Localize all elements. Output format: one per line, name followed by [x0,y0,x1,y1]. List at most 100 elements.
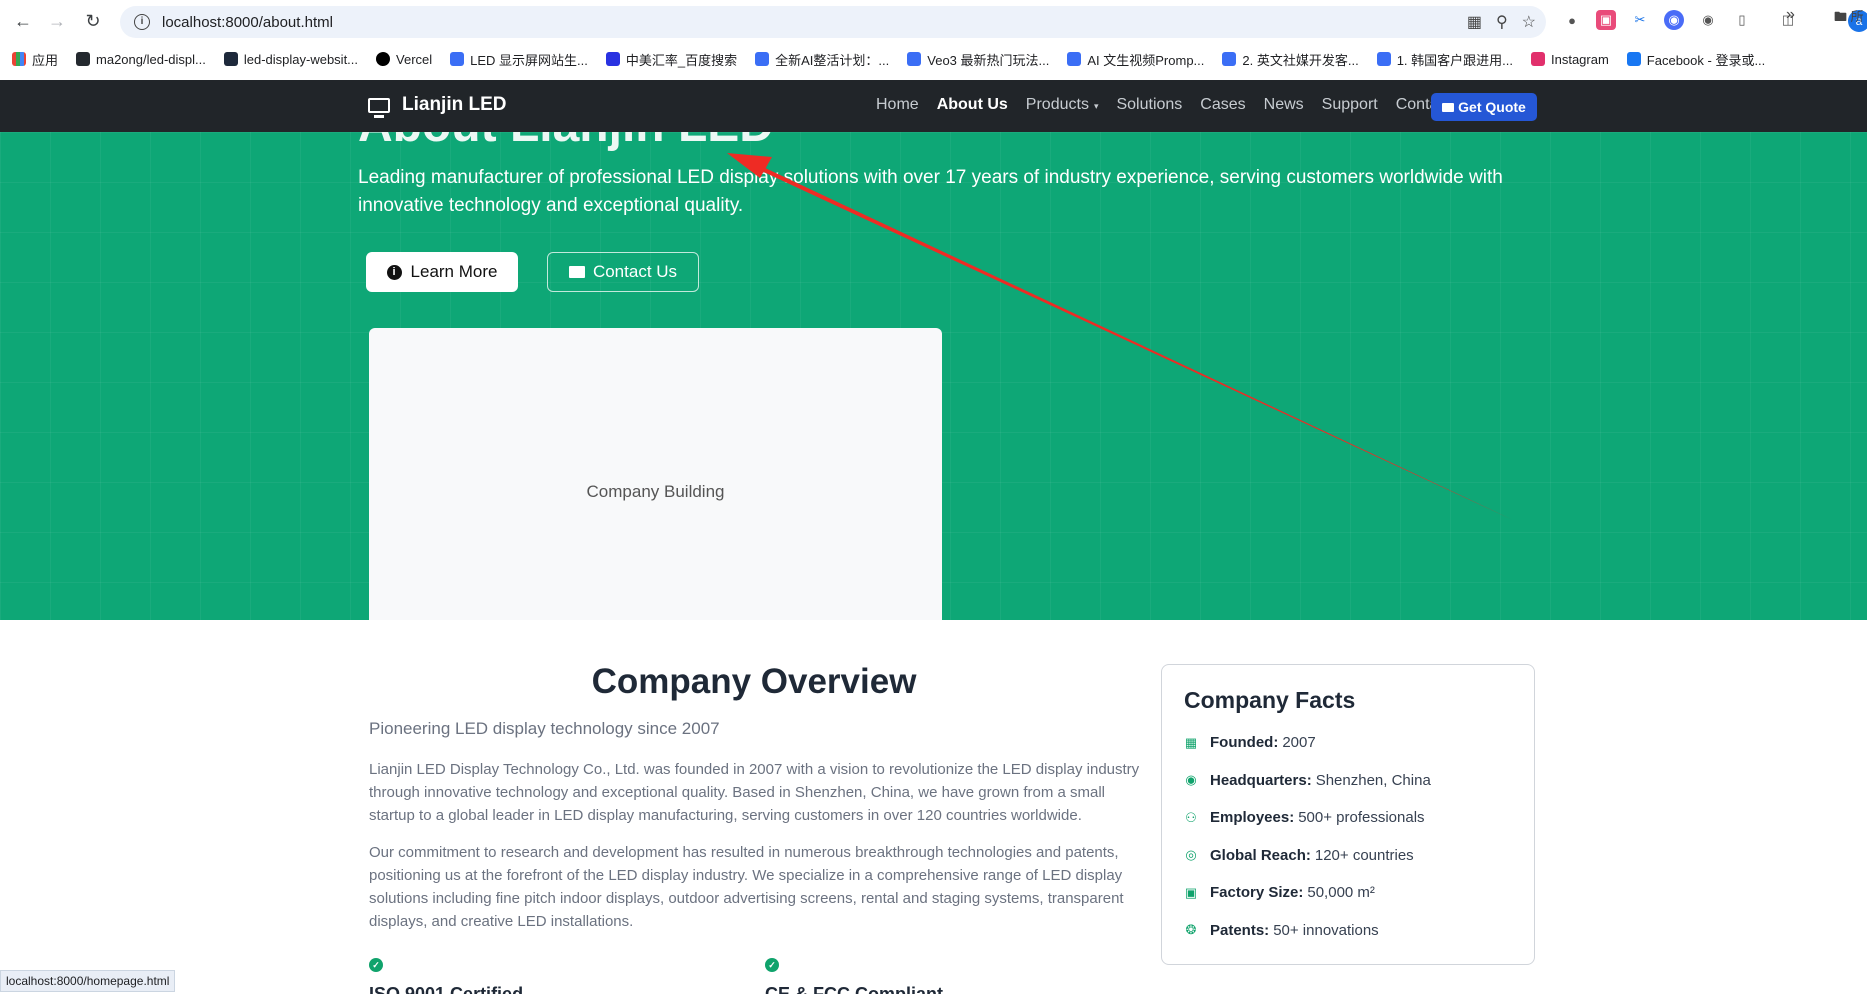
more-bookmarks-icon[interactable]: » [1786,6,1795,24]
check-circle-icon: ✓ [765,958,779,972]
info-circle-icon: i [386,264,402,280]
overview-subtitle: Pioneering LED display technology since … [369,719,720,738]
get-quote-button[interactable]: Get Quote [1431,93,1537,121]
fact-row: ⚇ Employees: 500+ professionals [1184,799,1512,837]
overview-paragraph-1: Lianjin LED Display Technology Co., Ltd.… [369,761,1140,824]
nav-support[interactable]: Support [1322,96,1378,114]
bookmark-label: ma2ong/led-displ... [96,51,206,67]
bookmark-item[interactable]: 应用 [12,50,58,69]
learn-more-button[interactable]: i Learn More [366,252,518,292]
bookmark-item[interactable]: Veo3 最新热门玩法... [907,50,1049,69]
fact-row: ❂ Patents: 50+ innovations [1184,912,1512,950]
facts-title: Company Facts [1184,687,1356,713]
bookmark-favicon-icon [1222,52,1237,66]
bookmark-item[interactable]: AI 文生视频Promp... [1067,50,1204,69]
caret-down-icon: ▾ [1093,101,1099,111]
scissors-icon[interactable]: ✂ [1630,10,1650,30]
bookmark-favicon-icon [1626,52,1641,66]
learn-more-label: Learn More [410,262,498,281]
nav-about-us[interactable]: About Us [937,96,1008,114]
overview-title: Company Overview [591,662,917,701]
nav-products[interactable]: Products ▾ [1026,96,1099,114]
brand-logo[interactable]: Lianjin LED [368,94,507,118]
site-info-icon[interactable]: i [134,14,150,30]
bookmark-label: 2. 英文社媒开发客... [1242,52,1359,68]
bookmark-favicon-icon [907,52,922,66]
extension-1-icon[interactable]: ● [1562,10,1582,30]
status-bar-url: localhost:8000/homepage.html [0,970,176,992]
check-circle-icon: ✓ [369,958,383,972]
bookmarks-folder-label: 所 [1850,9,1864,24]
bookmark-favicon-icon [376,52,391,66]
extension-2-icon[interactable]: ▣ [1596,10,1616,30]
users-icon: ⚇ [1185,809,1197,825]
bookmark-star-icon[interactable]: ☆ [1522,12,1536,32]
overview-paragraph-2: Our commitment to research and developme… [369,844,1124,930]
bookmark-favicon-icon [1067,52,1082,66]
fact-label: Global Reach: [1210,846,1311,864]
monitor-icon [368,97,390,118]
translate-icon[interactable]: ▦ [1467,12,1482,32]
bookmark-item[interactable]: 中美汇率_百度搜索 [605,50,737,69]
map-pin-icon: ◉ [1185,772,1197,788]
bookmark-item[interactable]: Facebook - 登录或... [1626,50,1766,69]
envelope-icon [1442,102,1455,112]
extension-3-icon[interactable]: ◉ [1664,10,1684,30]
bookmark-item[interactable]: LED 显示屏网站生... [450,50,588,69]
bookmark-label: AI 文生视频Promp... [1087,52,1205,68]
nav-label: About Us [936,96,1008,113]
bookmark-label: 应用 [32,52,59,68]
nav-cases[interactable]: Cases [1200,96,1245,114]
nav-label: Solutions [1116,96,1183,113]
nav-label: Cases [1200,96,1246,113]
address-bar[interactable]: i localhost:8000/about.html ▦ ⚲ ☆ [120,6,1546,38]
bookmark-label: Facebook - 登录或... [1646,52,1766,68]
extensions-bar: ● ▣ ✂ ◉ ◉ ▯ ◫ [1562,10,1798,30]
address-url[interactable]: localhost:8000/about.html [162,14,333,31]
camera-icon[interactable]: ◉ [1698,10,1718,30]
fact-row: ◎ Global Reach: 120+ countries [1184,837,1512,875]
bookmark-favicon-icon [450,52,465,66]
bookmark-item[interactable]: 全新AI整活计划：... [755,50,889,69]
back-icon[interactable]: ← [8,6,38,36]
fact-value: 120+ countries [1314,846,1414,864]
bookmark-item[interactable]: Instagram [1530,52,1609,67]
reload-icon[interactable]: ↻ [78,6,108,36]
bookmark-item[interactable]: ma2ong/led-displ... [76,52,206,67]
bookmark-item[interactable]: Vercel [376,52,432,67]
puzzle-icon[interactable]: ▯ [1732,10,1752,30]
bookmark-label: 1. 韩国客户跟进用... [1396,52,1513,68]
bookmark-favicon-icon [223,52,238,66]
fact-label: Patents: [1210,921,1270,939]
bookmark-favicon-icon [1376,52,1391,66]
certification-item: ✓ ISO 9001 Certified [369,958,523,994]
contact-us-label: Contact Us [592,262,678,281]
nav-label: Home [876,96,919,113]
nav-label: News [1263,96,1304,113]
bookmark-favicon-icon [1530,52,1545,66]
fact-label: Factory Size: [1210,884,1304,902]
bookmarks-folder[interactable]: 🖿 所 [1834,6,1864,30]
nav-news[interactable]: News [1264,96,1304,114]
nav-home[interactable]: Home [876,96,919,114]
forward-icon[interactable]: → [42,6,72,36]
zoom-icon[interactable]: ⚲ [1496,12,1508,32]
bookmark-item[interactable]: led-display-websit... [223,52,358,67]
bookmark-favicon-icon [755,52,770,66]
contact-us-button[interactable]: Contact Us [547,252,699,292]
bookmark-item[interactable]: 1. 韩国客户跟进用... [1376,50,1513,69]
certification-label: ISO 9001 Certified [369,984,524,994]
brand-name: Lianjin LED [402,94,507,115]
bookmark-item[interactable]: 2. 英文社媒开发客... [1222,50,1359,69]
bookmark-favicon-icon [605,52,620,66]
image-placeholder-text: Company Building [586,482,725,501]
fact-label: Founded: [1210,734,1279,752]
browser-toolbar: ← → ↻ i localhost:8000/about.html ▦ ⚲ ☆ … [0,0,1867,42]
globe-icon: ◎ [1185,847,1197,863]
hero-section: About Lianjin LED Leading manufacturer o… [0,132,1867,620]
bookmark-label: Veo3 最新热门玩法... [927,52,1050,68]
nav-solutions[interactable]: Solutions [1116,96,1182,114]
fact-row: ▦ Founded: 2007 [1184,724,1512,762]
bookmark-favicon-icon [12,52,26,66]
fact-value: 2007 [1282,734,1316,752]
